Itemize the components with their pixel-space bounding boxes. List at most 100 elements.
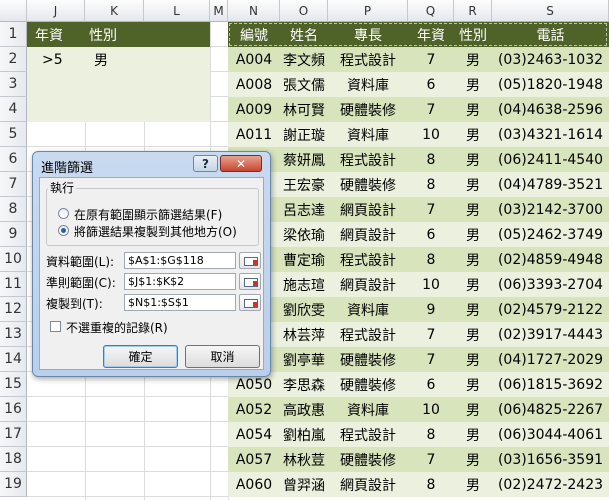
list-range-collapse-button[interactable]: [239, 252, 261, 269]
cell-phone[interactable]: (06)4825-2267: [492, 397, 609, 422]
criteria-blank-row4[interactable]: [27, 97, 210, 122]
cell-years[interactable]: 7: [408, 322, 454, 347]
criteria-header-years[interactable]: 年資: [27, 22, 85, 47]
cell-phone[interactable]: (03)1656-3591: [492, 447, 609, 472]
criteria-range-input[interactable]: $J$1:$K$2: [124, 273, 236, 290]
row-header[interactable]: 14: [0, 347, 27, 372]
cell-years[interactable]: 8: [408, 147, 454, 172]
radio-copy-to-location-label[interactable]: 將篩選結果複製到其他地方(O): [74, 223, 237, 240]
unique-records-label[interactable]: 不選重複的記錄(R): [66, 319, 168, 336]
cell-name[interactable]: 呂志達: [280, 197, 328, 222]
cell-phone[interactable]: (06)1815-3692: [492, 372, 609, 397]
cell-gender[interactable]: 男: [454, 122, 492, 147]
cell-years[interactable]: 8: [408, 422, 454, 447]
criteria-blank-row3[interactable]: [27, 72, 210, 97]
cell-id[interactable]: A004: [228, 47, 280, 72]
cell-skill[interactable]: 硬體裝修: [328, 447, 408, 472]
cell-phone[interactable]: (05)2462-3749: [492, 222, 609, 247]
cell-name[interactable]: 林秋荳: [280, 447, 328, 472]
cell-gender[interactable]: 男: [454, 347, 492, 372]
cell-id[interactable]: A060: [228, 472, 280, 497]
cell-phone[interactable]: (06)2411-4540: [492, 147, 609, 172]
cell-gender[interactable]: 男: [454, 247, 492, 272]
column-header-k[interactable]: K: [85, 0, 144, 22]
cell-years[interactable]: 10: [408, 397, 454, 422]
column-header-j[interactable]: J: [27, 0, 85, 22]
cell-gender[interactable]: 男: [454, 97, 492, 122]
cell-skill[interactable]: 程式設計: [328, 47, 408, 72]
cell-years[interactable]: 7: [408, 447, 454, 472]
row-header[interactable]: 9: [0, 222, 27, 247]
copy-to-input[interactable]: $N$1:$S$1: [124, 294, 236, 311]
close-button[interactable]: ✕: [220, 155, 262, 172]
column-header-o[interactable]: O: [280, 0, 328, 22]
cell-skill[interactable]: 程式設計: [328, 322, 408, 347]
row-header[interactable]: 19: [0, 472, 27, 497]
cell-skill[interactable]: 網頁設計: [328, 272, 408, 297]
row-header[interactable]: 12: [0, 297, 27, 322]
row-header[interactable]: 18: [0, 447, 27, 472]
criteria-value-fill[interactable]: [144, 47, 210, 72]
cell-years[interactable]: 8: [408, 472, 454, 497]
cell-gender[interactable]: 男: [454, 172, 492, 197]
cell-phone[interactable]: (06)3044-4061: [492, 422, 609, 447]
cell-years[interactable]: 7: [408, 47, 454, 72]
cell-skill[interactable]: 資料庫: [328, 122, 408, 147]
cell-gender[interactable]: 男: [454, 272, 492, 297]
cell-phone[interactable]: (04)1727-2029: [492, 347, 609, 372]
cell-phone[interactable]: (03)2142-3700: [492, 197, 609, 222]
cell-gender[interactable]: 男: [454, 47, 492, 72]
cell-name[interactable]: 劉欣雯: [280, 297, 328, 322]
cell-skill[interactable]: 硬體裝修: [328, 172, 408, 197]
cell-years[interactable]: 8: [408, 172, 454, 197]
column-header-q[interactable]: Q: [408, 0, 454, 22]
cell-phone[interactable]: (05)1820-1948: [492, 72, 609, 97]
cell-years[interactable]: 7: [408, 97, 454, 122]
criteria-value-years[interactable]: >5: [27, 47, 85, 72]
criteria-value-gender[interactable]: 男: [85, 47, 144, 72]
cell-skill[interactable]: 程式設計: [328, 247, 408, 272]
cell-phone[interactable]: (02)4859-4948: [492, 247, 609, 272]
row-header[interactable]: 6: [0, 147, 27, 172]
cell-gender[interactable]: 男: [454, 222, 492, 247]
cell-gender[interactable]: 男: [454, 372, 492, 397]
cell-id[interactable]: A057: [228, 447, 280, 472]
cell-years[interactable]: 7: [408, 197, 454, 222]
cell-name[interactable]: 李思森: [280, 372, 328, 397]
column-header-r[interactable]: R: [454, 0, 492, 22]
cell-id[interactable]: A054: [228, 422, 280, 447]
cell-years[interactable]: 9: [408, 297, 454, 322]
cell-gender[interactable]: 男: [454, 147, 492, 172]
cell-name[interactable]: 梁依瑜: [280, 222, 328, 247]
column-header-p[interactable]: P: [328, 0, 408, 22]
cell-skill[interactable]: 程式設計: [328, 147, 408, 172]
column-header-l[interactable]: L: [144, 0, 210, 22]
cell-years[interactable]: 6: [408, 222, 454, 247]
cell-skill[interactable]: 資料庫: [328, 72, 408, 97]
row-header[interactable]: 3: [0, 72, 27, 97]
cell-years[interactable]: 7: [408, 347, 454, 372]
cell-skill[interactable]: 資料庫: [328, 297, 408, 322]
cell-years[interactable]: 10: [408, 272, 454, 297]
cell-years[interactable]: 6: [408, 372, 454, 397]
cell-name[interactable]: 劉柏嵐: [280, 422, 328, 447]
row-header[interactable]: 15: [0, 372, 27, 397]
list-range-input[interactable]: $A$1:$G$118: [124, 252, 236, 269]
cell-skill[interactable]: 資料庫: [328, 397, 408, 422]
cell-gender[interactable]: 男: [454, 72, 492, 97]
help-button[interactable]: ?: [193, 155, 218, 172]
row-header[interactable]: 4: [0, 97, 27, 122]
radio-filter-in-place[interactable]: [58, 208, 69, 219]
cell-skill[interactable]: 硬體裝修: [328, 372, 408, 397]
row-header[interactable]: 8: [0, 197, 27, 222]
cell-gender[interactable]: 男: [454, 197, 492, 222]
unique-records-checkbox[interactable]: [50, 321, 61, 332]
cell-name[interactable]: 張文儒: [280, 72, 328, 97]
cell-id[interactable]: A011: [228, 122, 280, 147]
cell-name[interactable]: 曾羿涵: [280, 472, 328, 497]
cell-years[interactable]: 6: [408, 72, 454, 97]
cell-name[interactable]: 蔡妍鳳: [280, 147, 328, 172]
cell-phone[interactable]: (03)4321-1614: [492, 122, 609, 147]
cell-name[interactable]: 施志瑄: [280, 272, 328, 297]
cell-name[interactable]: 林芸萍: [280, 322, 328, 347]
